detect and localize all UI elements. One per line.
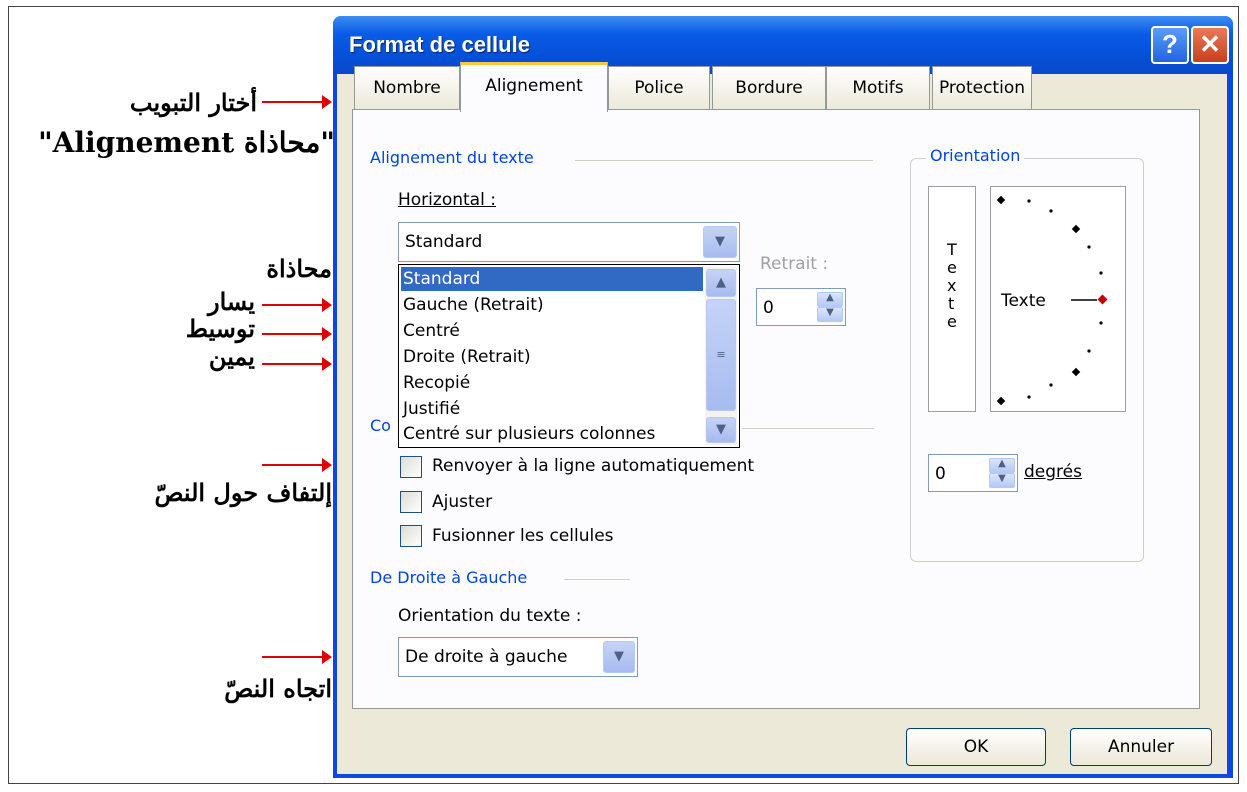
tab-label: Protection	[938, 78, 1025, 98]
list-item[interactable]: Gauche (Retrait)	[403, 293, 544, 317]
cancel-button[interactable]: Annuler	[1070, 728, 1212, 766]
list-scrollbar[interactable]: ▲ ≡ ▼	[705, 267, 737, 445]
annotation-alignment: محاذاة	[266, 254, 332, 283]
spin-down-icon[interactable]: ▼	[989, 473, 1015, 488]
vertical-text-letter: t	[948, 294, 955, 313]
dial-text: Texte	[1001, 291, 1046, 311]
annotation-text-direction: اتجاه النصّ	[224, 674, 332, 703]
vertical-text-letter: e	[947, 258, 957, 277]
horizontal-combo-value: Standard	[405, 232, 483, 252]
arrow-icon	[262, 95, 332, 109]
tab-label: Alignement	[485, 76, 583, 96]
annotation-center: توسيط	[185, 314, 255, 343]
indent-value: 0	[763, 298, 774, 318]
close-icon: ✕	[1199, 29, 1221, 59]
tab-protection[interactable]: Protection	[932, 66, 1032, 110]
vertical-text-letter: e	[947, 312, 957, 331]
list-item[interactable]: Droite (Retrait)	[403, 345, 531, 369]
text-alignment-group-label: Alignement du texte	[366, 148, 538, 167]
horizontal-dropdown-list[interactable]: Standard Gauche (Retrait) Centré Droite …	[398, 264, 740, 448]
tab-label: Motifs	[852, 78, 904, 98]
tab-bordure[interactable]: Bordure	[712, 66, 826, 110]
wrap-text-label: Renvoyer à la ligne automatiquement	[432, 456, 755, 476]
merge-cells-checkbox[interactable]	[400, 525, 422, 547]
merge-cells-label: Fusionner les cellules	[432, 526, 614, 546]
ok-button[interactable]: OK	[906, 728, 1046, 766]
tab-label: Bordure	[735, 78, 803, 98]
text-direction-value: De droite à gauche	[405, 647, 568, 667]
indent-spinner[interactable]: 0 ▲ ▼	[756, 288, 846, 326]
annotation-left: يسار	[208, 287, 255, 316]
vertical-text-letter: x	[947, 276, 957, 295]
help-icon: ?	[1162, 29, 1178, 59]
tab-police[interactable]: Police	[608, 66, 710, 110]
list-item[interactable]: Centré sur plusieurs colonnes	[403, 422, 655, 446]
group-divider	[564, 579, 630, 580]
list-item[interactable]: Standard	[401, 267, 703, 291]
scroll-down-icon[interactable]: ▼	[706, 417, 736, 443]
chevron-down-icon[interactable]: ▼	[703, 226, 737, 258]
chevron-down-icon[interactable]: ▼	[603, 641, 635, 673]
horizontal-label-text: Horizontal :	[398, 190, 496, 210]
arrow-icon	[262, 327, 332, 341]
spin-up-icon[interactable]: ▲	[817, 292, 843, 307]
degrees-label: degrés	[1024, 462, 1082, 482]
arrow-icon	[262, 298, 332, 312]
tab-motifs[interactable]: Motifs	[826, 66, 930, 110]
horizontal-label: Horizontal :	[398, 190, 496, 210]
help-button[interactable]: ?	[1151, 26, 1189, 64]
degrees-label-text: degrés	[1024, 462, 1082, 482]
degrees-spinner[interactable]: 0 ▲ ▼	[928, 454, 1018, 492]
orientation-group-label: Orientation	[926, 146, 1025, 165]
close-button[interactable]: ✕	[1191, 26, 1229, 64]
annotation-right: يمين	[208, 342, 255, 371]
group-divider	[742, 428, 874, 429]
rtl-group-label: De Droite à Gauche	[366, 568, 532, 587]
vertical-text-letter: T	[947, 240, 957, 259]
orientation-dial[interactable]: Texte	[990, 186, 1126, 412]
arrow-icon	[262, 650, 332, 664]
list-item[interactable]: Centré	[403, 319, 460, 343]
scroll-thumb[interactable]: ≡	[706, 299, 736, 411]
arrow-icon	[262, 458, 332, 472]
spin-up-icon[interactable]: ▲	[989, 458, 1015, 473]
tab-label: Police	[634, 78, 684, 98]
list-item[interactable]: Justifié	[403, 397, 460, 421]
tab-nombre[interactable]: Nombre	[354, 66, 460, 110]
shrink-to-fit-label: Ajuster	[432, 492, 493, 512]
dialog-title: Format de cellule	[349, 32, 530, 57]
horizontal-combo[interactable]: Standard ▼	[398, 222, 740, 262]
indent-label: Retrait :	[760, 254, 829, 274]
shrink-to-fit-checkbox[interactable]	[400, 491, 422, 513]
scroll-up-icon[interactable]: ▲	[706, 269, 736, 297]
annotation-alignment-tab-name: "محاذاة Alignement"	[38, 126, 335, 159]
spin-down-icon[interactable]: ▼	[817, 307, 843, 322]
text-control-group-label: Co	[366, 416, 395, 435]
list-item[interactable]: Recopié	[403, 371, 470, 395]
wrap-text-checkbox[interactable]	[400, 456, 422, 478]
annotation-wrap-text: إلتفاف حول النصّ	[154, 478, 332, 507]
annotation-select-tab: أختار التبويب	[129, 88, 257, 117]
text-direction-label: Orientation du texte :	[398, 606, 582, 626]
arrow-icon	[262, 357, 332, 371]
degrees-value: 0	[935, 464, 946, 484]
group-divider	[575, 160, 873, 161]
tab-alignement[interactable]: Alignement	[460, 62, 608, 112]
tab-label: Nombre	[373, 78, 441, 98]
text-direction-combo[interactable]: De droite à gauche ▼	[398, 637, 638, 677]
